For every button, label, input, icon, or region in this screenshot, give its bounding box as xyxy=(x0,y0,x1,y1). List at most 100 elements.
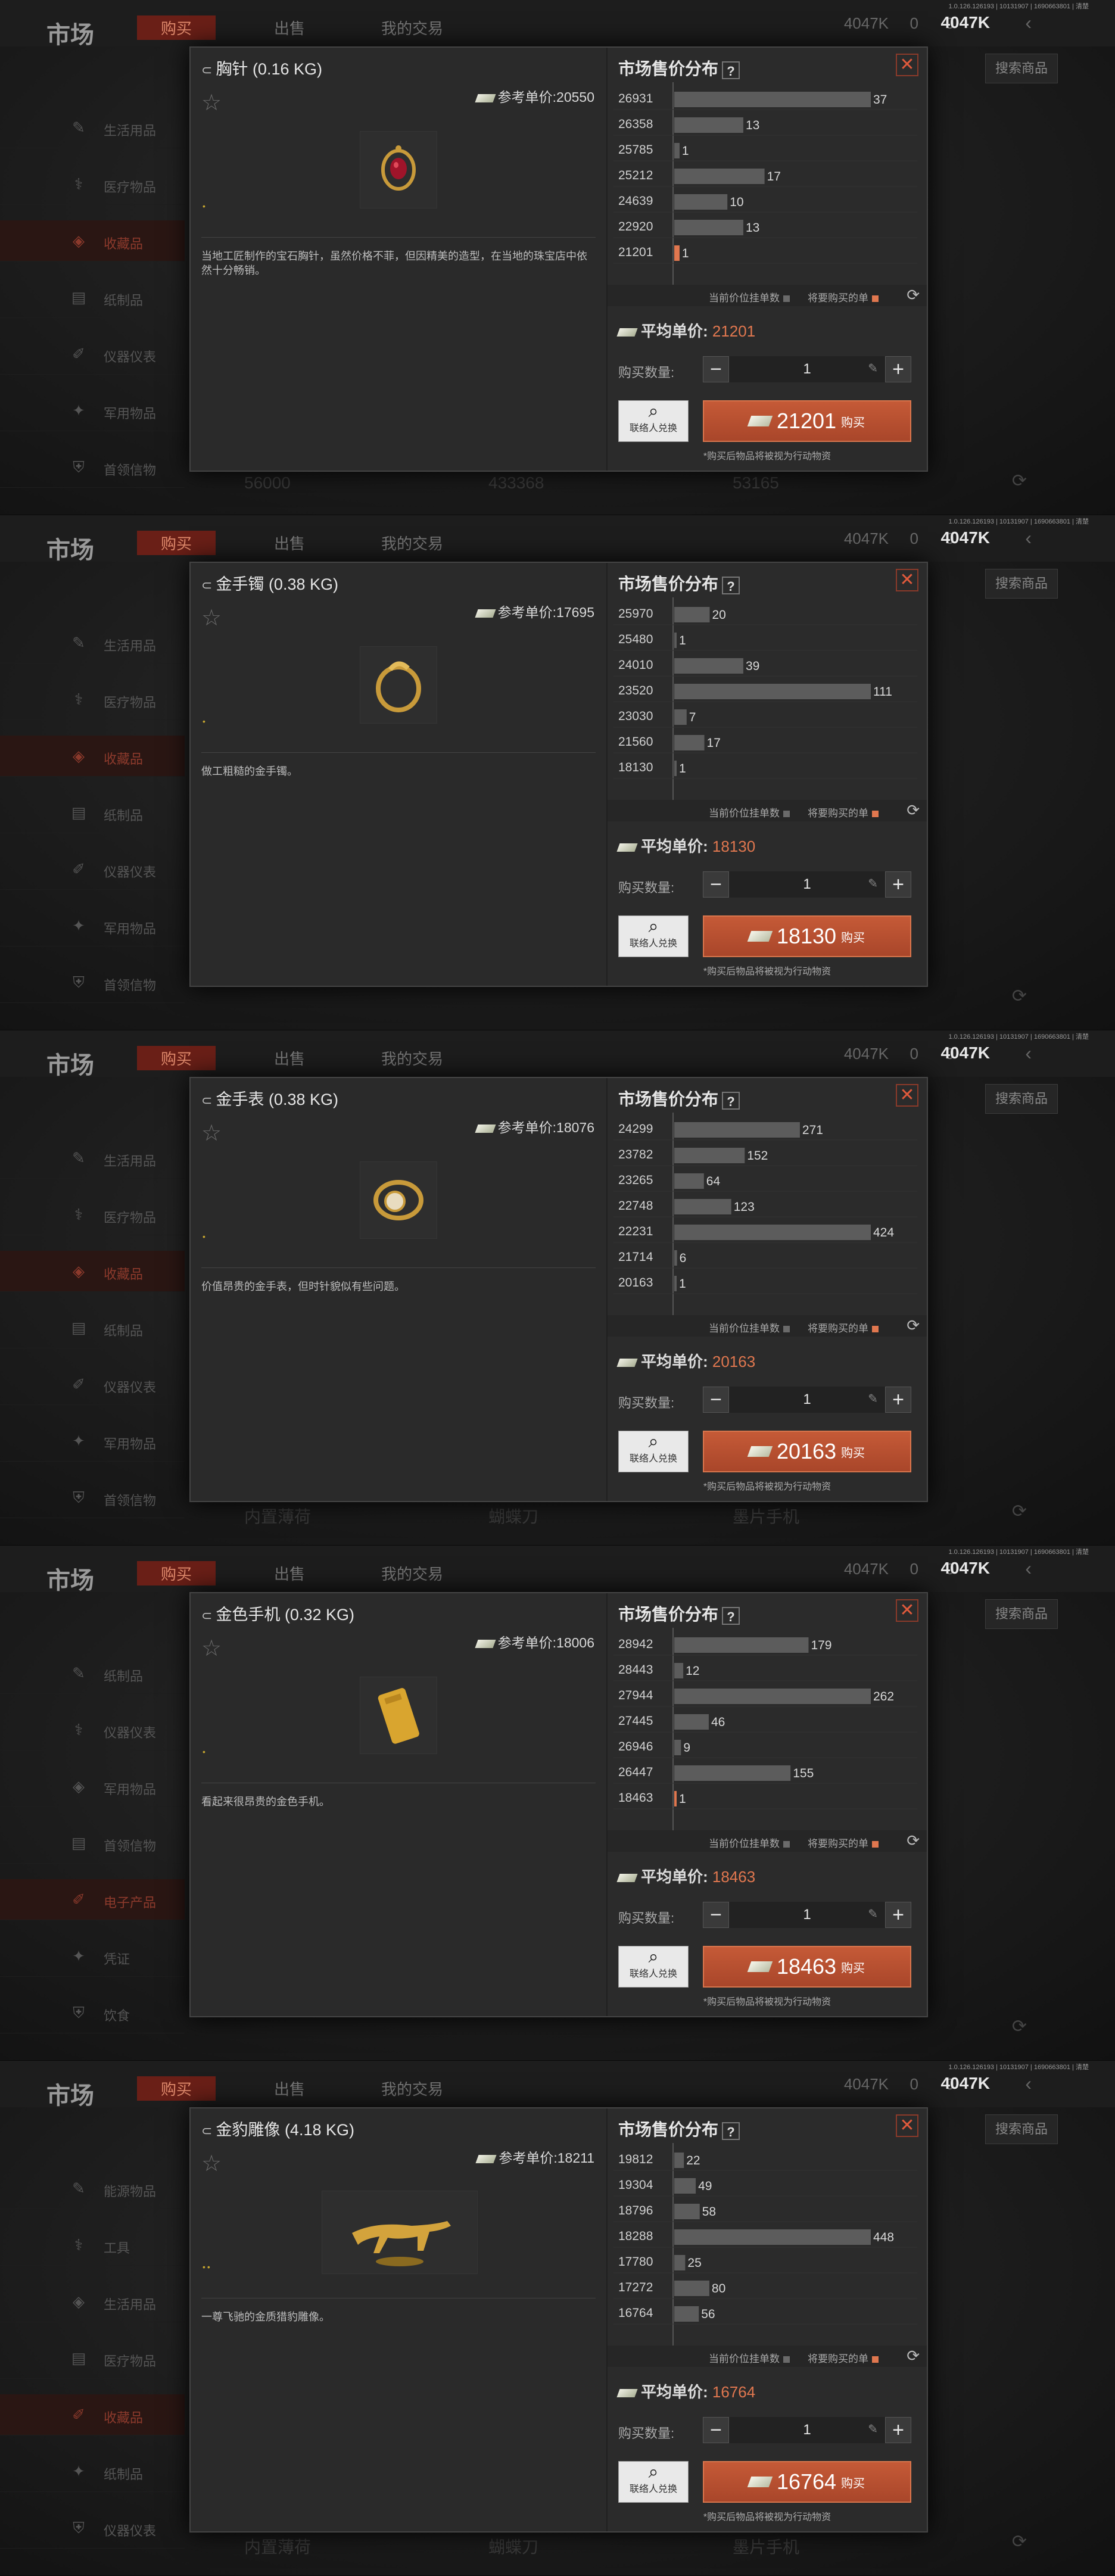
refresh-icon[interactable]: ⟳ xyxy=(907,801,920,820)
tab-sell[interactable]: 出售 xyxy=(250,15,329,40)
tab-buy[interactable]: 购买 xyxy=(137,531,216,555)
back-arrow-icon[interactable]: ‹ xyxy=(1025,1558,1032,1580)
sidebar-item[interactable]: ▤ 医疗物品 xyxy=(0,2338,185,2379)
decrease-quantity-button[interactable]: − xyxy=(703,356,729,382)
sidebar-item[interactable]: ⛨ 仪器仪表 xyxy=(0,2508,185,2549)
buy-button[interactable]: 20163 购买 xyxy=(703,1431,911,1472)
tab-my-trades[interactable]: 我的交易 xyxy=(357,1561,467,1586)
buy-button[interactable]: 16764 购买 xyxy=(703,2461,911,2503)
buy-button[interactable]: 18130 购买 xyxy=(703,915,911,957)
help-icon[interactable]: ? xyxy=(722,2122,740,2140)
sidebar-item[interactable]: ⚕ 仪器仪表 xyxy=(0,1709,185,1750)
close-button[interactable]: ✕ xyxy=(896,1599,918,1622)
sidebar-item[interactable]: ✐ 电子产品 xyxy=(0,1879,185,1920)
help-icon[interactable]: ? xyxy=(722,1606,740,1625)
increase-quantity-button[interactable]: + xyxy=(885,1902,911,1928)
sidebar-item[interactable]: ⚕ 医疗物品 xyxy=(0,164,185,205)
quantity-value[interactable]: 1 xyxy=(733,361,882,378)
quantity-value[interactable]: 1 xyxy=(733,2422,882,2438)
sidebar-item[interactable]: ⛨ 首领信物 xyxy=(0,1477,185,1518)
favorite-star-icon[interactable]: ☆ xyxy=(201,1635,222,1662)
buy-button[interactable]: 18463 购买 xyxy=(703,1946,911,1988)
search-button[interactable]: 搜索商品 xyxy=(985,54,1058,83)
sidebar-item[interactable]: ▤ 纸制品 xyxy=(0,792,185,833)
bg-refresh-icon[interactable]: ⟳ xyxy=(1012,2531,1027,2552)
tab-buy[interactable]: 购买 xyxy=(137,15,216,40)
edit-pencil-icon[interactable]: ✎ xyxy=(868,2422,878,2437)
quantity-value[interactable]: 1 xyxy=(733,1391,882,1408)
sidebar-item[interactable]: ⛨ 首领信物 xyxy=(0,962,185,1003)
bg-refresh-icon[interactable]: ⟳ xyxy=(1012,2016,1027,2037)
tab-my-trades[interactable]: 我的交易 xyxy=(357,531,467,555)
sidebar-item[interactable]: ✎ 纸制品 xyxy=(0,1653,185,1694)
sidebar-item[interactable]: ⚕ 医疗物品 xyxy=(0,679,185,720)
quantity-stepper[interactable]: −1 ✎ + xyxy=(703,2417,911,2443)
quantity-stepper[interactable]: −1 ✎ + xyxy=(703,356,911,382)
contact-exchange-button[interactable]: ⌕ 联络人兑换 xyxy=(618,2461,689,2503)
increase-quantity-button[interactable]: + xyxy=(885,2417,911,2443)
back-arrow-icon[interactable]: ‹ xyxy=(1025,2073,1032,2095)
close-button[interactable]: ✕ xyxy=(896,569,918,591)
tab-my-trades[interactable]: 我的交易 xyxy=(357,2076,467,2101)
bg-refresh-icon[interactable]: ⟳ xyxy=(1012,986,1027,1007)
buy-button[interactable]: 21201 购买 xyxy=(703,400,911,442)
sidebar-item[interactable]: ⛨ 首领信物 xyxy=(0,447,185,488)
close-button[interactable]: ✕ xyxy=(896,1084,918,1107)
sidebar-item[interactable]: ✦ 军用物品 xyxy=(0,905,185,946)
close-button[interactable]: ✕ xyxy=(896,54,918,76)
decrease-quantity-button[interactable]: − xyxy=(703,1902,729,1928)
sidebar-item[interactable]: ▤ 纸制品 xyxy=(0,1307,185,1348)
edit-pencil-icon[interactable]: ✎ xyxy=(868,361,878,376)
contact-exchange-button[interactable]: ⌕ 联络人兑换 xyxy=(618,1431,689,1472)
tab-sell[interactable]: 出售 xyxy=(250,2076,329,2101)
tab-sell[interactable]: 出售 xyxy=(250,531,329,555)
sidebar-item[interactable]: ⚕ 医疗物品 xyxy=(0,1194,185,1235)
sidebar-item[interactable]: ▤ 首领信物 xyxy=(0,1823,185,1864)
sidebar-item[interactable]: ✐ 仪器仪表 xyxy=(0,1364,185,1405)
sidebar-item[interactable]: ⛨ 饮食 xyxy=(0,1992,185,2033)
help-icon[interactable]: ? xyxy=(722,1091,740,1110)
favorite-star-icon[interactable]: ☆ xyxy=(201,89,222,116)
sidebar-item[interactable]: ✐ 仪器仪表 xyxy=(0,334,185,375)
quantity-value[interactable]: 1 xyxy=(733,876,882,893)
decrease-quantity-button[interactable]: − xyxy=(703,871,729,898)
sidebar-item[interactable]: ✦ 纸制品 xyxy=(0,2451,185,2492)
sidebar-item[interactable]: ✎ 生活用品 xyxy=(0,1138,185,1179)
sidebar-item[interactable]: ◈ 收藏品 xyxy=(0,1251,185,1292)
tab-my-trades[interactable]: 我的交易 xyxy=(357,15,467,40)
sidebar-item[interactable]: ⚕ 工具 xyxy=(0,2225,185,2266)
tab-buy[interactable]: 购买 xyxy=(137,2076,216,2101)
tab-sell[interactable]: 出售 xyxy=(250,1046,329,1070)
refresh-icon[interactable]: ⟳ xyxy=(907,2347,920,2365)
sidebar-item[interactable]: ◈ 军用物品 xyxy=(0,1766,185,1807)
back-arrow-icon[interactable]: ‹ xyxy=(1025,12,1032,34)
quantity-stepper[interactable]: −1 ✎ + xyxy=(703,1387,911,1413)
bg-refresh-icon[interactable]: ⟳ xyxy=(1012,1501,1027,1522)
contact-exchange-button[interactable]: ⌕ 联络人兑换 xyxy=(618,400,689,442)
edit-pencil-icon[interactable]: ✎ xyxy=(868,1907,878,1921)
back-arrow-icon[interactable]: ‹ xyxy=(1025,527,1032,549)
close-button[interactable]: ✕ xyxy=(896,2114,918,2137)
sidebar-item[interactable]: ◈ 收藏品 xyxy=(0,736,185,777)
tab-my-trades[interactable]: 我的交易 xyxy=(357,1046,467,1070)
sidebar-item[interactable]: ✦ 凭证 xyxy=(0,1936,185,1977)
refresh-icon[interactable]: ⟳ xyxy=(907,1316,920,1335)
sidebar-item[interactable]: ✎ 生活用品 xyxy=(0,107,185,148)
decrease-quantity-button[interactable]: − xyxy=(703,1387,729,1413)
sidebar-item[interactable]: ✎ 生活用品 xyxy=(0,622,185,664)
increase-quantity-button[interactable]: + xyxy=(885,871,911,898)
search-button[interactable]: 搜索商品 xyxy=(985,569,1058,599)
bg-refresh-icon[interactable]: ⟳ xyxy=(1012,471,1027,491)
search-button[interactable]: 搜索商品 xyxy=(985,1599,1058,1629)
back-arrow-icon[interactable]: ‹ xyxy=(1025,1042,1032,1064)
contact-exchange-button[interactable]: ⌕ 联络人兑换 xyxy=(618,1946,689,1988)
contact-exchange-button[interactable]: ⌕ 联络人兑换 xyxy=(618,915,689,957)
favorite-star-icon[interactable]: ☆ xyxy=(201,2150,222,2177)
refresh-icon[interactable]: ⟳ xyxy=(907,286,920,304)
tab-buy[interactable]: 购买 xyxy=(137,1561,216,1586)
sidebar-item[interactable]: ✐ 仪器仪表 xyxy=(0,849,185,890)
sidebar-item[interactable]: ✦ 军用物品 xyxy=(0,1421,185,1462)
sidebar-item[interactable]: ✦ 军用物品 xyxy=(0,390,185,431)
edit-pencil-icon[interactable]: ✎ xyxy=(868,876,878,891)
tab-sell[interactable]: 出售 xyxy=(250,1561,329,1586)
